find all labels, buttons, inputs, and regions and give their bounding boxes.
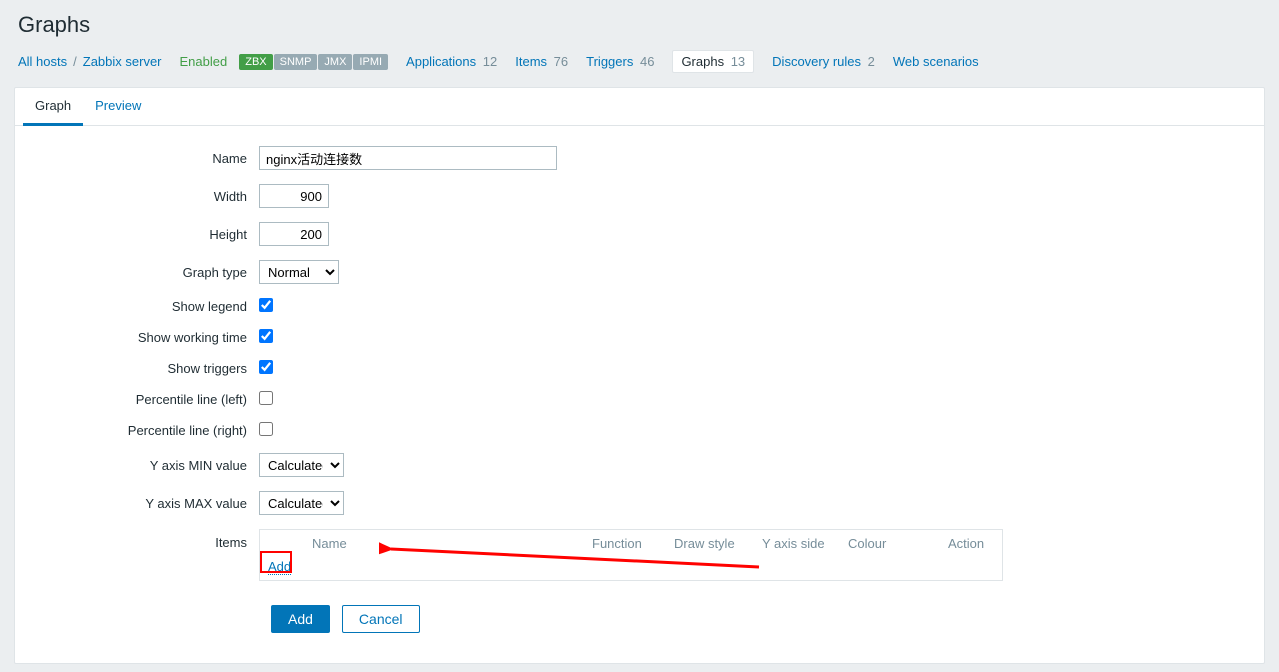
nav-applications-count: 12 (483, 54, 497, 69)
show-working-time-checkbox[interactable] (259, 329, 273, 343)
show-working-time-label: Show working time (27, 330, 259, 345)
breadcrumb-separator: / (73, 54, 77, 69)
nav-triggers-label: Triggers (586, 54, 633, 69)
tabs: Graph Preview (15, 88, 1264, 126)
items-label: Items (27, 529, 259, 550)
breadcrumb-all-hosts[interactable]: All hosts (18, 54, 67, 69)
width-input[interactable] (259, 184, 329, 208)
nav-discovery-label: Discovery rules (772, 54, 861, 69)
percentile-right-checkbox[interactable] (259, 422, 273, 436)
items-table-header: Name Function Draw style Y axis side Col… (260, 530, 1002, 557)
items-header-name: Name (312, 536, 592, 551)
breadcrumb-host[interactable]: Zabbix server (83, 54, 162, 69)
nav-graphs-label: Graphs (681, 54, 724, 69)
enabled-status: Enabled (180, 54, 228, 69)
nav-triggers[interactable]: Triggers 46 (586, 54, 654, 69)
percentile-right-label: Percentile line (right) (27, 423, 259, 438)
nav-items-count: 76 (554, 54, 568, 69)
height-input[interactable] (259, 222, 329, 246)
yaxis-max-select[interactable]: Calculated (259, 491, 344, 515)
yaxis-min-label: Y axis MIN value (27, 458, 259, 473)
snmp-badge: SNMP (274, 54, 318, 70)
items-header-yaxis-side: Y axis side (762, 536, 848, 551)
ipmi-badge: IPMI (353, 54, 388, 70)
form-body: Name Width Height Graph type (15, 126, 1264, 663)
jmx-badge: JMX (318, 54, 352, 70)
items-header-draw-style: Draw style (674, 536, 762, 551)
form-actions: Add Cancel (271, 605, 1252, 633)
show-triggers-label: Show triggers (27, 361, 259, 376)
width-label: Width (27, 189, 259, 204)
nav-web-label: Web scenarios (893, 54, 979, 69)
nav-graphs[interactable]: Graphs 13 (672, 50, 754, 73)
items-header-colour: Colour (848, 536, 948, 551)
nav-items[interactable]: Items 76 (515, 54, 568, 69)
page-title: Graphs (18, 12, 1269, 38)
percentile-left-label: Percentile line (left) (27, 392, 259, 407)
name-label: Name (27, 151, 259, 166)
breadcrumb-row: All hosts / Zabbix server Enabled ZBX SN… (10, 46, 1269, 87)
add-button[interactable]: Add (271, 605, 330, 633)
yaxis-min-select[interactable]: Calculated (259, 453, 344, 477)
yaxis-max-label: Y axis MAX value (27, 496, 259, 511)
form-panel: Graph Preview Name Width Height (14, 87, 1265, 664)
zbx-badge: ZBX (239, 54, 272, 70)
items-header-action: Action (948, 536, 984, 551)
entity-nav: Applications 12 Items 76 Triggers 46 Gra… (406, 50, 982, 73)
show-triggers-checkbox[interactable] (259, 360, 273, 374)
tab-graph[interactable]: Graph (23, 88, 83, 126)
availability-badges: ZBX SNMP JMX IPMI (239, 54, 388, 70)
items-add-link[interactable]: Add (268, 559, 291, 575)
cancel-button[interactable]: Cancel (342, 605, 420, 633)
show-legend-checkbox[interactable] (259, 298, 273, 312)
name-input[interactable] (259, 146, 557, 170)
nav-graphs-count: 13 (731, 54, 745, 69)
items-header-function: Function (592, 536, 674, 551)
height-label: Height (27, 227, 259, 242)
nav-applications-label: Applications (406, 54, 476, 69)
nav-triggers-count: 46 (640, 54, 654, 69)
tab-preview[interactable]: Preview (83, 88, 153, 125)
graph-type-label: Graph type (27, 265, 259, 280)
graph-type-select[interactable]: Normal (259, 260, 339, 284)
items-table: Name Function Draw style Y axis side Col… (259, 529, 1003, 581)
nav-web[interactable]: Web scenarios (893, 54, 982, 69)
nav-applications[interactable]: Applications 12 (406, 54, 497, 69)
items-add-row: Add (260, 557, 1002, 580)
nav-items-label: Items (515, 54, 547, 69)
show-legend-label: Show legend (27, 299, 259, 314)
nav-discovery[interactable]: Discovery rules 2 (772, 54, 875, 69)
percentile-left-checkbox[interactable] (259, 391, 273, 405)
nav-discovery-count: 2 (868, 54, 875, 69)
